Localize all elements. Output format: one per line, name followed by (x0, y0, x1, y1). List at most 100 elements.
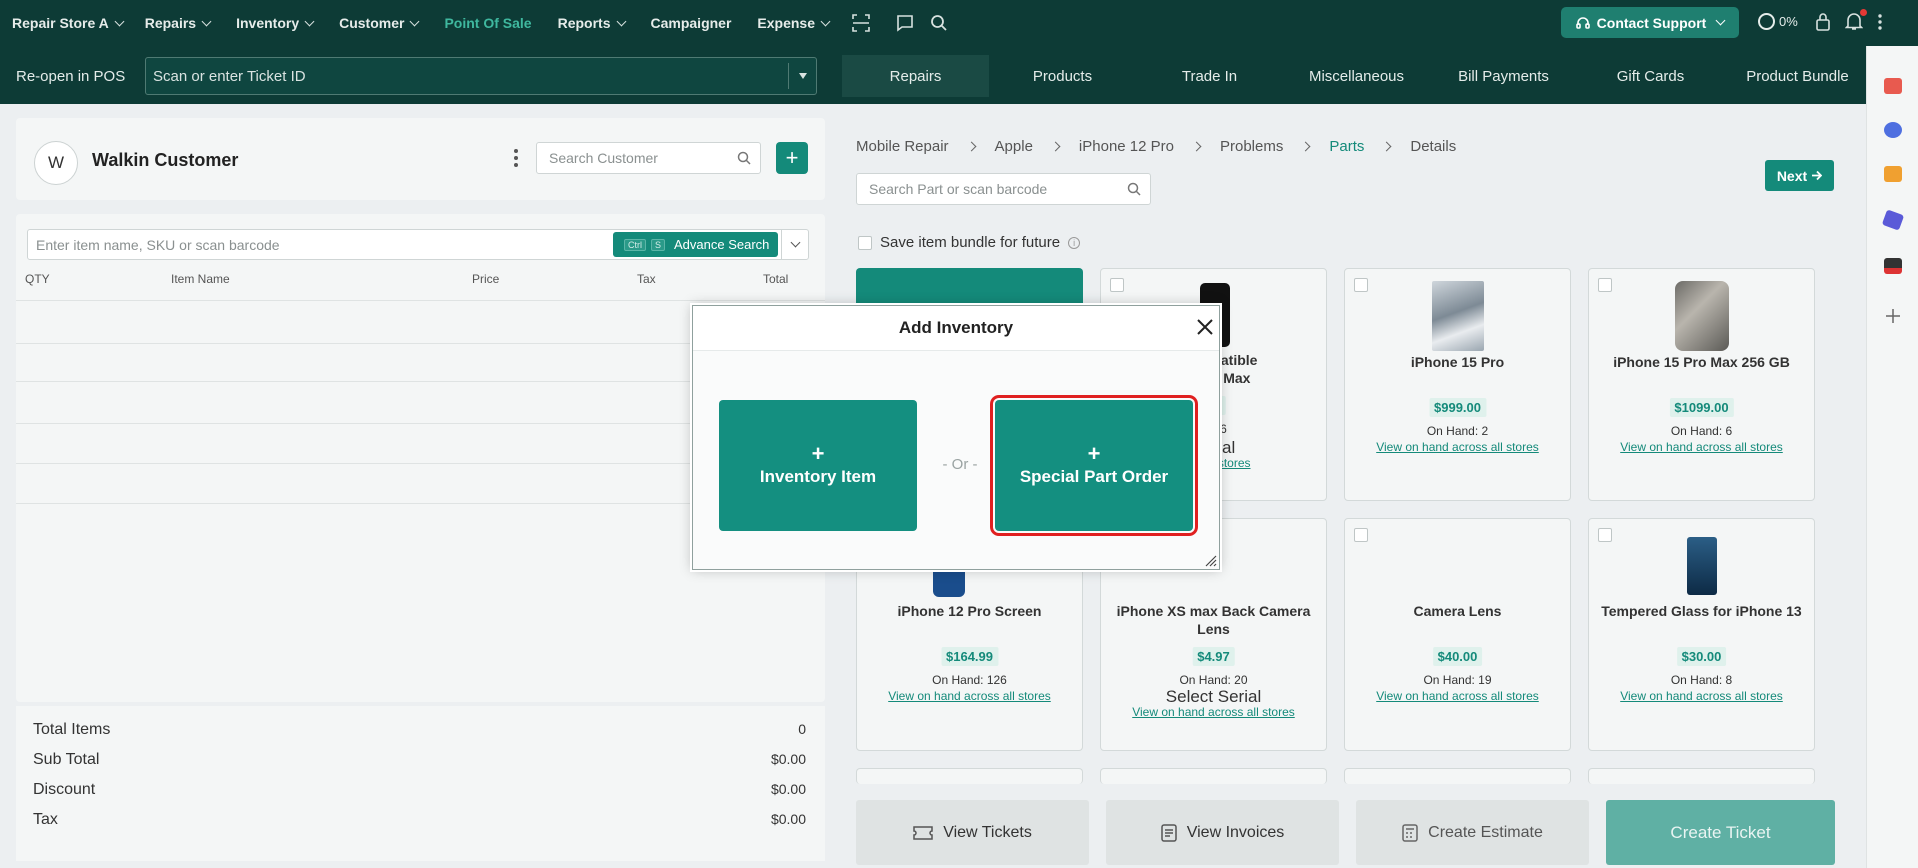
breadcrumb-details[interactable]: Details (1410, 138, 1456, 155)
breadcrumb-iphone-12-pro[interactable]: iPhone 12 Pro (1079, 138, 1174, 155)
tab-repairs[interactable]: Repairs (842, 55, 989, 97)
product-card[interactable]: iPhone 15 Pro Max 256 GB $1099.00 On Han… (1588, 268, 1815, 501)
create-ticket-button[interactable]: Create Ticket (1606, 800, 1835, 865)
tab-miscellaneous[interactable]: Miscellaneous (1283, 55, 1430, 97)
add-icon[interactable] (1885, 308, 1901, 324)
search-customer-input[interactable]: Search Customer (536, 142, 761, 174)
tab-trade-in[interactable]: Trade In (1136, 55, 1283, 97)
view-invoices-button[interactable]: View Invoices (1106, 800, 1339, 865)
or-separator: - Or - (942, 456, 978, 473)
product-name: iPhone 15 Pro Max 256 GB (1613, 354, 1790, 370)
view-on-hand-link[interactable]: View on hand across all stores (1589, 689, 1814, 703)
part-search-input[interactable]: Search Part or scan barcode (856, 173, 1151, 205)
nav-campaigner[interactable]: Campaigner (645, 15, 738, 31)
more-vertical-icon[interactable] (1876, 12, 1884, 32)
create-estimate-button[interactable]: Create Estimate (1356, 800, 1589, 865)
product-card[interactable] (1100, 768, 1327, 784)
product-checkbox[interactable] (1598, 528, 1612, 542)
search-icon[interactable] (927, 11, 951, 35)
product-name: iPhone 15 Pro (1410, 354, 1505, 370)
gift-icon[interactable] (1884, 78, 1902, 94)
scan-icon[interactable] (849, 11, 873, 35)
plus-icon: + (811, 440, 825, 466)
breadcrumb-apple[interactable]: Apple (995, 138, 1033, 155)
product-checkbox[interactable] (1598, 278, 1612, 292)
item-search-dropdown[interactable] (781, 230, 809, 259)
advance-search-button[interactable]: Ctrl S Advance Search (613, 232, 778, 257)
add-customer-button[interactable]: + (776, 142, 808, 174)
breadcrumb-mobile-repair[interactable]: Mobile Repair (856, 138, 949, 155)
chat-icon[interactable] (893, 11, 917, 35)
save-bundle-option[interactable]: Save item bundle for future i (858, 234, 1081, 251)
chat-bubble-icon[interactable] (1884, 122, 1902, 138)
inventory-item-button[interactable]: + Inventory Item (719, 400, 917, 531)
tab-product-bundle[interactable]: Product Bundle (1724, 55, 1871, 97)
info-icon[interactable]: i (1068, 236, 1081, 249)
contact-support-button[interactable]: Contact Support (1561, 7, 1739, 38)
nav-reports[interactable]: Reports (552, 15, 631, 31)
resize-handle-icon[interactable] (1205, 555, 1217, 567)
nav-inventory[interactable]: Inventory (230, 15, 319, 31)
tab-bill-payments[interactable]: Bill Payments (1430, 55, 1577, 97)
view-on-hand-link[interactable]: View on hand across all stores (857, 689, 1082, 703)
product-checkbox[interactable] (1354, 528, 1368, 542)
col-price: Price (472, 272, 500, 286)
folder-icon[interactable] (1884, 166, 1902, 182)
view-on-hand-link[interactable]: View on hand across all stores (1345, 689, 1570, 703)
close-icon[interactable] (1196, 318, 1214, 336)
view-tickets-button[interactable]: View Tickets (856, 800, 1089, 865)
card-icon[interactable] (1884, 258, 1902, 274)
add-inventory-modal: Add Inventory + Inventory Item - Or - + … (692, 305, 1220, 570)
nav-repairs[interactable]: Repairs (139, 15, 216, 31)
kbd-ctrl: Ctrl (624, 238, 646, 251)
product-card[interactable]: Tempered Glass for iPhone 13 $30.00 On H… (1588, 518, 1815, 751)
lock-icon[interactable] (1815, 12, 1831, 32)
view-on-hand-link[interactable]: View on hand across all stores (1345, 440, 1570, 454)
product-image (1431, 281, 1484, 351)
col-item-name: Item Name (171, 272, 230, 286)
ticket-id-input[interactable]: Scan or enter Ticket ID (145, 57, 817, 95)
breadcrumb-problems[interactable]: Problems (1220, 138, 1283, 155)
product-name-line2: Lens (1197, 621, 1230, 637)
subtotal-value: $0.00 (770, 751, 806, 767)
product-checkbox[interactable] (1110, 278, 1124, 292)
tab-products[interactable]: Products (989, 55, 1136, 97)
nav-expense[interactable]: Expense (751, 15, 835, 31)
tab-gift-cards[interactable]: Gift Cards (1577, 55, 1724, 97)
discount-label: Discount (33, 781, 96, 798)
ticket-dropdown-caret[interactable] (788, 63, 816, 89)
ticket-icon (913, 825, 933, 840)
product-card[interactable]: iPhone 15 Pro $999.00 On Hand: 2 View on… (1344, 268, 1571, 501)
product-checkbox[interactable] (1354, 278, 1368, 292)
nav-point-of-sale[interactable]: Point Of Sale (438, 15, 537, 31)
headset-icon (1575, 16, 1590, 29)
product-on-hand: On Hand: 6 (1670, 424, 1733, 438)
product-select-serial[interactable]: Select Serial (1101, 687, 1326, 707)
special-part-order-button[interactable]: + Special Part Order (995, 400, 1193, 531)
nav-customer[interactable]: Customer (333, 15, 424, 31)
progress-ring-icon (1758, 13, 1775, 30)
more-vertical-icon[interactable] (513, 147, 519, 169)
view-on-hand-link[interactable]: View on hand across all stores (1101, 705, 1326, 719)
breadcrumb-parts[interactable]: Parts (1329, 138, 1364, 155)
setup-progress[interactable]: 0% (1758, 13, 1798, 30)
search-icon (737, 151, 751, 165)
customer-name[interactable]: Walkin Customer (92, 150, 238, 171)
view-on-hand-link[interactable]: View on hand across all stores (1589, 440, 1814, 454)
subtotal-label: Sub Total (33, 751, 100, 768)
product-name: Camera Lens (1413, 603, 1502, 619)
save-bundle-checkbox[interactable] (858, 235, 872, 250)
chevron-right-icon (1050, 141, 1061, 152)
product-card[interactable] (856, 768, 1083, 784)
next-button[interactable]: Next (1765, 160, 1834, 191)
selected-product-card[interactable] (856, 268, 1083, 304)
table-row-divider (16, 300, 825, 301)
chevron-right-icon (1300, 141, 1311, 152)
product-card[interactable] (1344, 768, 1571, 784)
discount-value: $0.00 (770, 781, 806, 797)
product-card[interactable]: Camera Lens $40.00 On Hand: 19 View on h… (1344, 518, 1571, 751)
product-on-hand: On Hand: 8 (1670, 673, 1733, 687)
store-selector[interactable]: Repair Store A (6, 15, 129, 31)
product-card[interactable] (1588, 768, 1815, 784)
product-name: iPhone 12 Pro Screen (897, 603, 1042, 619)
